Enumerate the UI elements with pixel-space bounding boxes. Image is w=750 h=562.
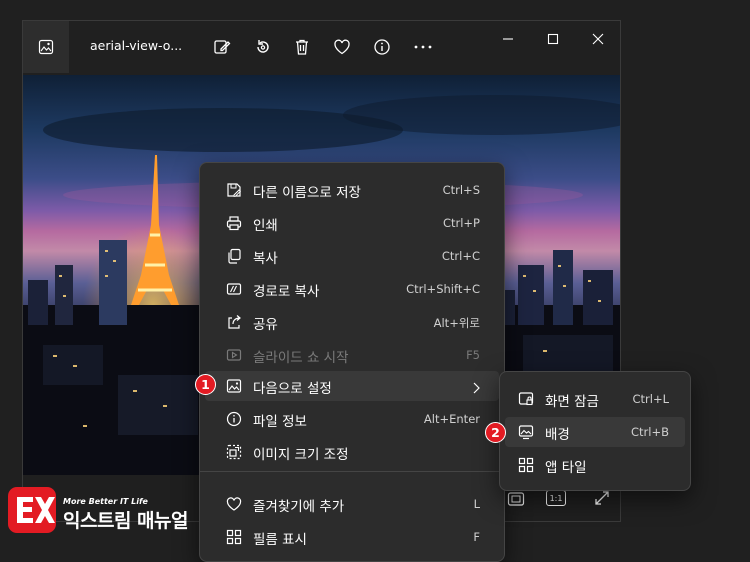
menu-item-file-info[interactable]: 파일 정보 Alt+Enter — [205, 404, 499, 434]
delete-icon[interactable] — [290, 35, 314, 59]
menu-item-slideshow: 슬라이드 쇼 시작 F5 — [205, 340, 499, 370]
submenu-item-label: 배경 — [545, 427, 570, 443]
menu-item-label: 인쇄 — [253, 218, 278, 234]
submenu-item-app-tile[interactable]: 앱 타일 — [505, 450, 685, 480]
menu-item-share[interactable]: 공유 Alt+위로 — [205, 307, 499, 337]
minimize-icon[interactable] — [498, 29, 518, 49]
submenu-item-shortcut: Ctrl+L — [632, 392, 669, 406]
menu-item-shortcut: Alt+Enter — [423, 412, 480, 426]
menu-item-print[interactable]: 인쇄 Ctrl+P — [205, 208, 499, 238]
background-icon — [517, 423, 535, 441]
more-icon[interactable] — [411, 35, 435, 59]
submenu-item-label: 앱 타일 — [545, 460, 587, 476]
menu-item-shortcut: Ctrl+Shift+C — [406, 282, 480, 296]
app-icon[interactable] — [23, 21, 69, 73]
set-as-icon — [225, 377, 243, 395]
context-menu: 다른 이름으로 저장 Ctrl+S 인쇄 Ctrl+P 복사 Ctrl+C 경로… — [199, 162, 505, 562]
logo-tagline: More Better IT Life — [63, 497, 148, 506]
watermark-logo: More Better IT Life 익스트림 매뉴얼 — [8, 487, 208, 535]
fullscreen-icon[interactable] — [593, 489, 611, 511]
actual-size-button[interactable]: 1:1 — [546, 490, 566, 506]
title-bar: aerial-view-o... — [23, 21, 620, 75]
maximize-icon[interactable] — [543, 29, 563, 49]
menu-item-shortcut: Ctrl+C — [441, 249, 480, 263]
step-badge-1: 1 — [195, 374, 216, 395]
photo-icon — [38, 39, 54, 55]
menu-item-copy[interactable]: 복사 Ctrl+C — [205, 241, 499, 271]
menu-item-save-as[interactable]: 다른 이름으로 저장 Ctrl+S — [205, 175, 499, 205]
logo-name: 익스트림 매뉴얼 — [63, 510, 188, 532]
menu-separator — [200, 471, 504, 472]
submenu-item-label: 화면 잠금 — [545, 394, 599, 410]
copy-icon — [225, 247, 243, 265]
menu-item-label: 즐겨찾기에 추가 — [253, 499, 345, 515]
menu-item-label: 파일 정보 — [253, 414, 307, 430]
set-as-submenu: 화면 잠금 Ctrl+L 배경 Ctrl+B 앱 타일 — [499, 371, 691, 491]
menu-item-label: 경로로 복사 — [253, 284, 320, 300]
slideshow-icon — [225, 346, 243, 364]
menu-item-set-as[interactable]: 다음으로 설정 — [205, 371, 499, 401]
menu-item-label: 공유 — [253, 317, 278, 333]
rotate-icon[interactable] — [251, 35, 275, 59]
app-tile-icon — [517, 456, 535, 474]
menu-item-resize[interactable]: 이미지 크기 조정 — [205, 437, 499, 467]
submenu-item-shortcut: Ctrl+B — [631, 425, 669, 439]
print-icon — [225, 214, 243, 232]
menu-item-shortcut: Ctrl+S — [442, 183, 480, 197]
chevron-right-icon — [471, 379, 481, 398]
menu-item-label: 다른 이름으로 저장 — [253, 185, 361, 201]
info-icon — [225, 410, 243, 428]
menu-item-label: 복사 — [253, 251, 278, 267]
favorite-icon — [225, 495, 243, 513]
copy-path-icon — [225, 280, 243, 298]
menu-item-copy-path[interactable]: 경로로 복사 Ctrl+Shift+C — [205, 274, 499, 304]
step-badge-2: 2 — [485, 422, 506, 443]
fit-to-window-icon[interactable] — [507, 491, 525, 511]
menu-item-label: 다음으로 설정 — [253, 381, 332, 397]
info-icon[interactable] — [370, 35, 394, 59]
favorite-icon[interactable] — [330, 35, 354, 59]
close-icon[interactable] — [588, 29, 608, 49]
menu-item-shortcut: F5 — [466, 348, 480, 362]
menu-item-shortcut: Ctrl+P — [442, 216, 480, 230]
menu-item-label: 필름 표시 — [253, 532, 307, 548]
menu-item-label: 이미지 크기 조정 — [253, 447, 349, 463]
share-icon — [225, 313, 243, 331]
submenu-item-lock-screen[interactable]: 화면 잠금 Ctrl+L — [505, 384, 685, 414]
edit-image-icon[interactable] — [210, 35, 234, 59]
save-as-icon — [225, 181, 243, 199]
filmstrip-icon — [225, 528, 243, 546]
submenu-item-background[interactable]: 배경 Ctrl+B — [505, 417, 685, 447]
logo-mark-icon — [8, 487, 56, 533]
file-name: aerial-view-o... — [90, 38, 183, 53]
menu-item-filmstrip[interactable]: 필름 표시 F — [205, 522, 499, 552]
menu-item-shortcut: L — [473, 497, 480, 511]
lock-screen-icon — [517, 390, 535, 408]
menu-item-shortcut: F — [473, 530, 480, 544]
menu-item-label: 슬라이드 쇼 시작 — [253, 350, 349, 366]
resize-icon — [225, 443, 243, 461]
menu-item-shortcut: Alt+위로 — [433, 316, 480, 330]
menu-item-add-favorite[interactable]: 즐겨찾기에 추가 L — [205, 489, 499, 519]
